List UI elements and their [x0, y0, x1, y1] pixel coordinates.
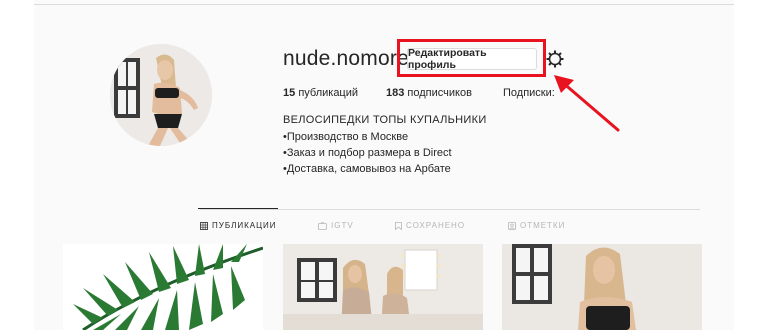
- bio-line: •Заказ и подбор размера в Direct: [283, 147, 452, 159]
- tab-posts[interactable]: ПУБЛИКАЦИИ: [200, 221, 277, 230]
- bio-line: •Производство в Москве: [283, 131, 409, 143]
- tab-tagged-label: ОТМЕТКИ: [520, 221, 566, 230]
- active-tab-indicator: [198, 208, 278, 209]
- tv-icon: [318, 221, 327, 230]
- annotation-arrow-icon: [554, 75, 620, 132]
- tab-tagged[interactable]: ОТМЕТКИ: [508, 221, 565, 230]
- posts-stat: 15 публикаций: [283, 87, 358, 99]
- avatar[interactable]: [110, 44, 212, 146]
- post-photo-image: [502, 244, 702, 330]
- grid-icon: [200, 221, 208, 230]
- post-photo-image: [283, 244, 483, 330]
- post-thumbnail[interactable]: [283, 244, 483, 330]
- tag-icon: [508, 221, 516, 230]
- tab-igtv-label: IGTV: [331, 221, 354, 230]
- posts-label: публикаций: [298, 87, 359, 99]
- post-thumbnail[interactable]: [502, 244, 702, 330]
- edit-profile-button[interactable]: Редактировать профиль: [407, 47, 537, 71]
- following-label: Подписки:: [503, 87, 555, 99]
- username: nude.nomore: [283, 47, 409, 70]
- bookmark-icon: [395, 221, 402, 230]
- tab-saved[interactable]: СОХРАНЕНО: [395, 221, 465, 230]
- following-stat[interactable]: Подписки:: [503, 87, 555, 99]
- header-divider: [34, 4, 734, 5]
- settings-gear-icon[interactable]: [545, 49, 565, 69]
- bio-title: ВЕЛОСИПЕДКИ ТОПЫ КУПАЛЬНИКИ: [283, 114, 487, 126]
- avatar-photo: [110, 44, 212, 146]
- followers-stat[interactable]: 183 подписчиков: [386, 87, 472, 99]
- post-thumbnail[interactable]: [63, 244, 263, 330]
- posts-count: 15: [283, 87, 296, 99]
- followers-count: 183: [386, 87, 405, 99]
- tab-posts-label: ПУБЛИКАЦИИ: [212, 221, 277, 230]
- tabs-divider: [200, 209, 700, 210]
- palm-leaf-image: [63, 244, 263, 330]
- tab-igtv[interactable]: IGTV: [318, 221, 354, 230]
- followers-label: подписчиков: [407, 87, 472, 99]
- tab-saved-label: СОХРАНЕНО: [406, 221, 466, 230]
- bio-line: •Доставка, самовывоз на Арбате: [283, 163, 451, 175]
